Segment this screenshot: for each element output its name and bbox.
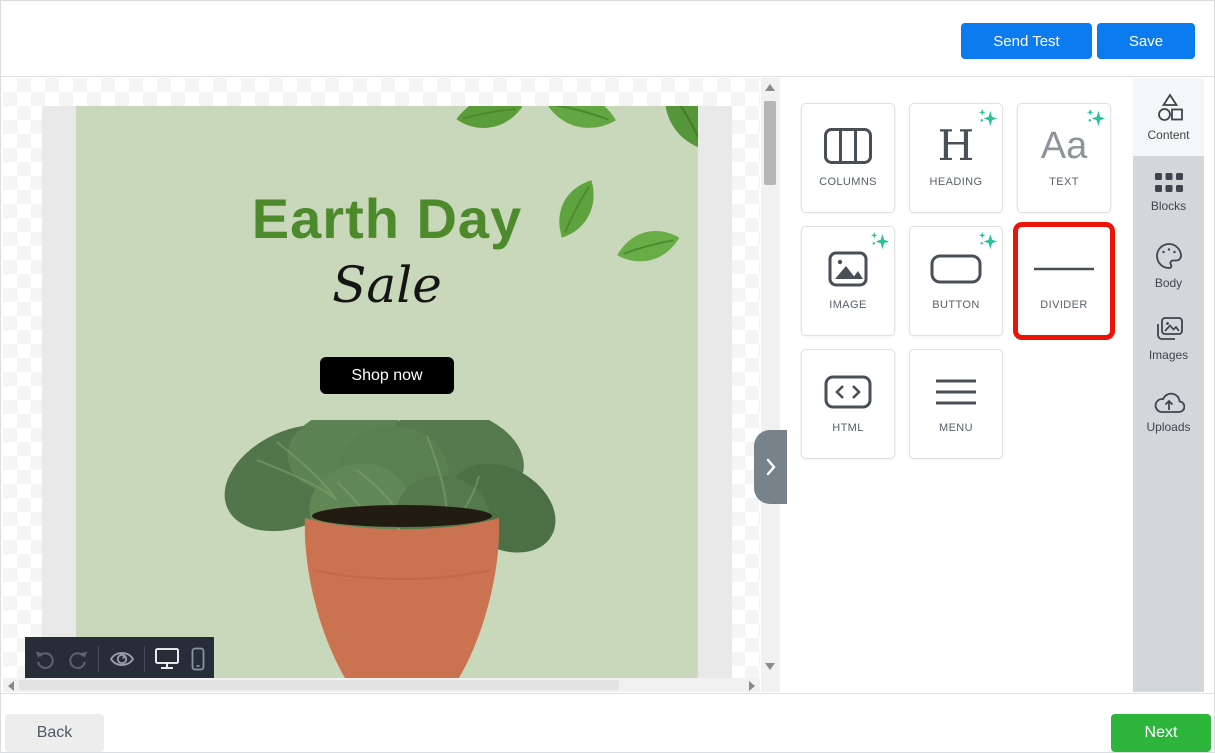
- leaf-decoration: [646, 106, 698, 161]
- sidebar-item-images[interactable]: Images: [1133, 302, 1204, 375]
- email-builder-app: Send Test Save Earth Day Sale Shop now: [0, 0, 1215, 753]
- tile-label: MENU: [910, 422, 1002, 434]
- horizontal-scrollbar-thumb[interactable]: [19, 680, 619, 690]
- next-button[interactable]: Next: [1111, 714, 1211, 752]
- tile-heading[interactable]: H HEADING: [909, 103, 1003, 213]
- text-icon: Aa: [1041, 127, 1087, 165]
- desktop-view-icon[interactable]: [152, 647, 182, 671]
- undo-icon[interactable]: [32, 648, 58, 670]
- sidebar-item-uploads[interactable]: Uploads: [1133, 375, 1204, 448]
- divider-icon: [1018, 245, 1110, 293]
- tile-menu[interactable]: MENU: [909, 349, 1003, 459]
- tile-columns[interactable]: COLUMNS: [801, 103, 895, 213]
- tile-label: IMAGE: [802, 299, 894, 311]
- sidebar-item-label: Content: [1147, 128, 1189, 142]
- sidebar-item-label: Uploads: [1146, 420, 1190, 434]
- tile-divider[interactable]: DIVIDER: [1017, 226, 1111, 336]
- tile-image[interactable]: IMAGE: [801, 226, 895, 336]
- sidebar-item-content[interactable]: Content: [1133, 78, 1204, 156]
- tile-label: COLUMNS: [802, 176, 894, 188]
- hero-heading[interactable]: Earth Day: [76, 186, 698, 251]
- footer: Back Next: [1, 693, 1214, 753]
- canvas-toolbar: [25, 637, 214, 680]
- tile-button[interactable]: BUTTON: [909, 226, 1003, 336]
- panel-collapse-toggle[interactable]: [754, 430, 787, 504]
- heading-icon: H: [938, 125, 975, 167]
- toolbar-divider: [98, 646, 99, 672]
- content-blocks-panel: COLUMNS H HEADING Aa TEXT: [780, 78, 1133, 692]
- columns-icon: [802, 122, 894, 170]
- sidebar-item-label: Images: [1149, 348, 1188, 362]
- vertical-scrollbar[interactable]: [761, 78, 780, 692]
- images-icon: [1153, 315, 1185, 343]
- tile-html[interactable]: HTML: [801, 349, 895, 459]
- back-button[interactable]: Back: [5, 714, 104, 752]
- vertical-scrollbar-thumb[interactable]: [764, 101, 776, 185]
- header: Send Test Save: [1, 1, 1214, 77]
- tile-label: HEADING: [910, 176, 1002, 188]
- chevron-right-icon: [765, 458, 777, 476]
- tile-label: BUTTON: [910, 299, 1002, 311]
- hero-subheading[interactable]: Sale: [76, 256, 698, 314]
- scroll-down-arrow-icon[interactable]: [765, 663, 775, 670]
- scroll-left-arrow-icon[interactable]: [8, 681, 14, 691]
- mobile-view-icon[interactable]: [189, 647, 207, 671]
- menu-icon: [910, 368, 1002, 416]
- scroll-up-arrow-icon[interactable]: [765, 84, 775, 91]
- tile-grid: COLUMNS H HEADING Aa TEXT: [801, 103, 1111, 459]
- blocks-grid-icon: [1154, 172, 1184, 194]
- sidebar-item-label: Blocks: [1151, 199, 1186, 213]
- shop-now-button[interactable]: Shop now: [320, 357, 454, 394]
- palette-icon: [1154, 241, 1184, 271]
- leaf-decoration: [545, 106, 620, 154]
- leaf-decoration: [456, 106, 531, 153]
- save-button[interactable]: Save: [1097, 23, 1195, 59]
- email-preview[interactable]: Earth Day Sale Shop now: [42, 106, 732, 678]
- cloud-upload-icon: [1153, 389, 1185, 415]
- tile-label: HTML: [802, 422, 894, 434]
- scroll-right-arrow-icon[interactable]: [749, 681, 755, 691]
- sidebar-item-label: Body: [1155, 276, 1182, 290]
- sidebar-item-body[interactable]: Body: [1133, 229, 1204, 302]
- tile-label: TEXT: [1018, 176, 1110, 188]
- shapes-icon: [1153, 93, 1185, 123]
- email-hero-block[interactable]: Earth Day Sale Shop now: [76, 106, 698, 678]
- horizontal-scrollbar[interactable]: [3, 678, 760, 692]
- email-canvas[interactable]: Earth Day Sale Shop now: [3, 78, 760, 692]
- image-icon: [802, 245, 894, 293]
- tile-text[interactable]: Aa TEXT: [1017, 103, 1111, 213]
- html-icon: [802, 368, 894, 416]
- plant-image[interactable]: [217, 420, 557, 678]
- toolbar-divider: [144, 646, 145, 672]
- tile-label: DIVIDER: [1018, 299, 1110, 311]
- send-test-button[interactable]: Send Test: [961, 23, 1092, 59]
- preview-eye-icon[interactable]: [107, 648, 137, 670]
- sidebar-item-blocks[interactable]: Blocks: [1133, 156, 1204, 229]
- right-sidebar: Content Blocks Body Images Uploads: [1133, 78, 1204, 692]
- button-icon: [910, 245, 1002, 293]
- redo-icon[interactable]: [65, 648, 91, 670]
- editor-region: Earth Day Sale Shop now: [1, 78, 1214, 693]
